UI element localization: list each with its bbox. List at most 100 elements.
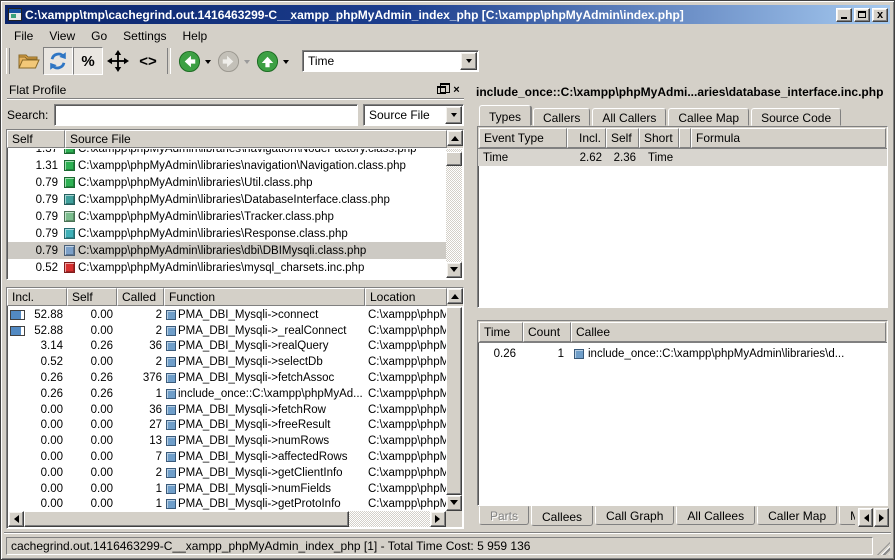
column-header-self[interactable]: Self — [67, 288, 117, 306]
source-file-row[interactable]: 0.52C:\xampp\phpMyAdmin\libraries\user_p… — [8, 276, 446, 278]
menu-help[interactable]: Help — [175, 27, 216, 45]
column-header-formula[interactable]: Formula — [691, 128, 886, 148]
scroll-up-button[interactable] — [447, 288, 463, 304]
location-cell: C:\xampp\phpMy... — [366, 309, 446, 321]
tab-types[interactable]: Types — [479, 105, 531, 126]
called-cell: 376 — [118, 372, 165, 384]
event-type-dropdown-button[interactable] — [460, 52, 477, 70]
flat-profile-header[interactable]: Flat Profile × — [7, 82, 464, 99]
function-row[interactable]: 0.260.26376PMA_DBI_Mysqli->fetchAssocC:\… — [8, 370, 446, 386]
tab-machine-code[interactable]: Machine Code — [839, 506, 855, 525]
horizontal-scrollbar[interactable] — [8, 511, 446, 527]
column-header-self[interactable]: Self — [7, 130, 65, 148]
tab-all-callers[interactable]: All Callers — [592, 108, 666, 126]
column-header-incl[interactable]: Incl. — [567, 128, 606, 148]
tab-call-graph[interactable]: Call Graph — [595, 506, 674, 525]
function-cell: PMA_DBI_Mysqli->numFields — [165, 483, 366, 495]
scroll-right-button[interactable] — [430, 511, 446, 527]
scroll-down-button[interactable] — [446, 495, 462, 511]
column-header-count[interactable]: Count — [523, 322, 571, 342]
column-header-called[interactable]: Called — [117, 288, 164, 306]
expand-columns-button[interactable]: <> — [133, 47, 163, 75]
function-row[interactable]: 0.000.0027PMA_DBI_Mysqli->freeResultC:\x… — [8, 418, 446, 434]
column-header-self[interactable]: Self — [606, 128, 639, 148]
tab-parts: Parts — [479, 506, 529, 525]
source-file-row[interactable]: 1.37C:\xampp\phpMyAdmin\libraries\naviga… — [8, 149, 446, 157]
source-file-row[interactable]: 1.31C:\xampp\phpMyAdmin\libraries\naviga… — [8, 157, 446, 174]
callee-row[interactable]: 0.26 1 include_once::C:\xampp\phpMyAdmin… — [478, 345, 887, 362]
vertical-scrollbar[interactable] — [446, 149, 462, 278]
source-file-row[interactable]: 0.79C:\xampp\phpMyAdmin\libraries\Tracke… — [8, 208, 446, 225]
function-row[interactable]: 0.000.0013PMA_DBI_Mysqli->numRowsC:\xamp… — [8, 433, 446, 449]
close-dock-button[interactable]: × — [449, 83, 464, 97]
event-type-select[interactable]: Time — [302, 50, 479, 72]
menu-go[interactable]: Go — [83, 27, 115, 45]
scrollbar-thumb[interactable] — [446, 307, 462, 495]
scrollbar-track[interactable] — [349, 511, 430, 527]
minimize-button[interactable] — [836, 8, 852, 22]
back-dropdown-icon[interactable] — [205, 60, 211, 67]
tab-source-code[interactable]: Source Code — [751, 108, 841, 126]
float-dock-button[interactable] — [434, 83, 449, 97]
column-header-short[interactable]: Short — [639, 128, 679, 148]
column-header-function[interactable]: Function — [164, 288, 365, 306]
function-row[interactable]: 52.880.002PMA_DBI_Mysqli->connectC:\xamp… — [8, 307, 446, 323]
forward-dropdown-icon[interactable] — [244, 60, 250, 67]
search-input[interactable] — [54, 104, 358, 126]
column-header-incl[interactable]: Incl. — [7, 288, 67, 306]
group-by-dropdown-button[interactable] — [445, 106, 462, 124]
function-row[interactable]: 0.000.002PMA_DBI_Mysqli->getClientInfoC:… — [8, 465, 446, 481]
scrollbar-thumb[interactable] — [24, 511, 349, 527]
menu-view[interactable]: View — [41, 27, 83, 45]
function-row[interactable]: 0.000.0036PMA_DBI_Mysqli->fetchRowC:\xam… — [8, 402, 446, 418]
source-file-row[interactable]: 0.79C:\xampp\phpMyAdmin\libraries\Databa… — [8, 191, 446, 208]
source-file-row[interactable]: 0.52C:\xampp\phpMyAdmin\libraries\mysql_… — [8, 259, 446, 276]
tab-callee-map[interactable]: Callee Map — [668, 108, 749, 126]
tab-caller-map[interactable]: Caller Map — [757, 506, 837, 525]
tab-callees[interactable]: Callees — [531, 506, 593, 526]
column-header-source-file[interactable]: Source File — [65, 130, 447, 148]
function-row[interactable]: 3.140.2636PMA_DBI_Mysqli->realQueryC:\xa… — [8, 339, 446, 355]
source-file-row[interactable]: 0.79C:\xampp\phpMyAdmin\libraries\Respon… — [8, 225, 446, 242]
toolbar-handle[interactable] — [6, 48, 10, 74]
incl-cell: 3.14 — [8, 340, 68, 352]
column-header-empty[interactable] — [679, 128, 691, 148]
source-file-row[interactable]: 0.79C:\xampp\phpMyAdmin\libraries\dbi\DB… — [8, 242, 446, 259]
maximize-button[interactable] — [854, 8, 870, 22]
open-file-button[interactable] — [13, 47, 43, 75]
tabs-scroll-left-button[interactable] — [858, 508, 873, 527]
resize-grip-icon[interactable] — [877, 542, 890, 555]
scroll-up-button[interactable] — [447, 130, 463, 146]
menu-settings[interactable]: Settings — [115, 27, 174, 45]
event-type-row[interactable]: Time 2.62 2.36 Time — [478, 149, 887, 166]
column-header-callee[interactable]: Callee — [571, 322, 886, 342]
function-row[interactable]: 0.260.261include_once::C:\xampp\phpMyAd.… — [8, 386, 446, 402]
scrollbar-thumb[interactable] — [446, 152, 462, 166]
tab-callers[interactable]: Callers — [533, 108, 590, 126]
back-button[interactable] — [175, 47, 214, 75]
reload-button[interactable] — [43, 47, 73, 75]
function-row[interactable]: 0.520.002PMA_DBI_Mysqli->selectDbC:\xamp… — [8, 354, 446, 370]
function-row[interactable]: 0.000.001PMA_DBI_Mysqli->getProtoInfoC:\… — [8, 497, 446, 511]
up-dropdown-icon[interactable] — [283, 60, 289, 67]
vertical-scrollbar[interactable] — [446, 307, 462, 511]
function-row[interactable]: 0.000.007PMA_DBI_Mysqli->affectedRowsC:\… — [8, 449, 446, 465]
column-header-event-type[interactable]: Event Type — [479, 128, 567, 148]
scroll-left-button[interactable] — [8, 511, 24, 527]
relative-percent-toggle[interactable]: % — [73, 47, 103, 75]
function-row[interactable]: 0.000.001PMA_DBI_Mysqli->numFieldsC:\xam… — [8, 481, 446, 497]
source-file-row[interactable]: 0.79C:\xampp\phpMyAdmin\libraries\Util.c… — [8, 174, 446, 191]
scroll-down-button[interactable] — [446, 262, 462, 278]
menu-file[interactable]: File — [6, 27, 41, 45]
group-by-select[interactable]: Source File — [363, 104, 464, 126]
close-button[interactable]: x — [872, 8, 888, 22]
tab-all-callees[interactable]: All Callees — [676, 506, 755, 525]
column-header-time[interactable]: Time — [479, 322, 523, 342]
forward-button[interactable] — [214, 47, 253, 75]
tabs-scroll-right-button[interactable] — [874, 508, 889, 527]
up-button[interactable] — [253, 47, 292, 75]
column-header-location[interactable]: Location — [365, 288, 447, 306]
location-cell: C:\xampp\phpMy... — [366, 419, 446, 431]
pan-button[interactable] — [103, 47, 133, 75]
function-row[interactable]: 52.880.002PMA_DBI_Mysqli->_realConnectC:… — [8, 323, 446, 339]
